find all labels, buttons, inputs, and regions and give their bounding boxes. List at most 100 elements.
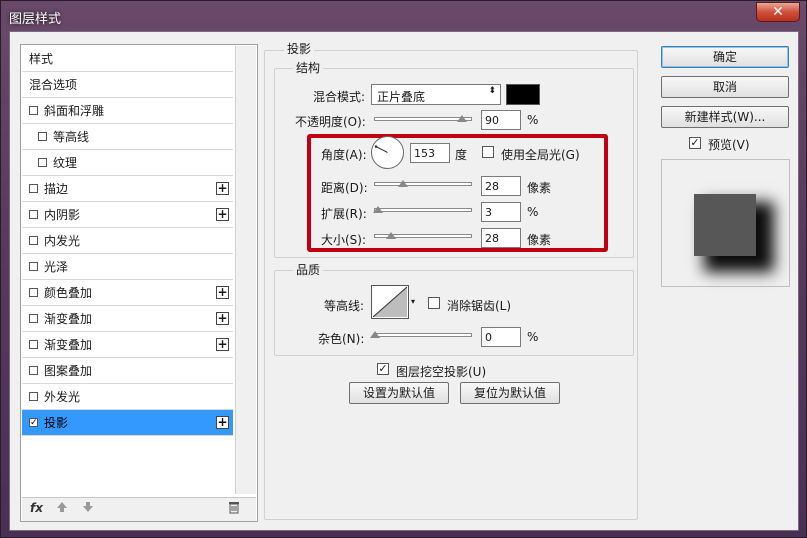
opacity-input[interactable]: 90 [481,110,521,130]
distance-input[interactable]: 28 [481,176,521,196]
preview-label: 预览(V) [708,138,750,152]
noise-slider-thumb[interactable] [370,331,380,338]
set-default-button[interactable]: 设置为默认值 [349,382,449,404]
window-title: 图层样式 [9,12,62,27]
spread-slider-thumb[interactable] [373,206,383,213]
style-list-item[interactable]: 内发光 [22,228,233,254]
style-list-item-label: 纹理 [53,156,78,170]
contour-dropdown-icon[interactable]: ▾ [411,297,415,306]
style-checkbox[interactable] [29,236,38,245]
antialias-checkbox[interactable] [428,297,440,309]
style-checkbox[interactable] [29,366,38,375]
style-list-scrollbar[interactable] [235,46,256,494]
style-list-item[interactable]: 光泽 [22,254,233,280]
new-style-button[interactable]: 新建样式(W)... [661,106,789,128]
angle-input[interactable]: 153 [410,143,450,163]
style-preview [661,159,790,287]
angle-unit: 度 [455,148,468,162]
contour-picker[interactable] [371,285,409,319]
noise-input[interactable]: 0 [481,327,521,347]
angle-dial[interactable] [371,136,404,169]
antialias-label: 消除锯齿(L) [447,299,512,313]
shadow-color-swatch[interactable] [506,84,540,105]
angle-label: 角度(A): [321,148,367,162]
style-list-item[interactable]: 内阴影 + [22,202,233,228]
style-list-item-label: 样式 [29,52,54,66]
style-list-item[interactable]: 描边 + [22,176,233,202]
style-list-item-label: 等高线 [53,130,90,144]
preview-checkbox[interactable]: ✓ [689,137,701,149]
noise-unit: % [527,330,539,344]
add-effect-icon[interactable]: + [216,312,229,325]
knockout-checkbox[interactable]: ✓ [377,363,389,375]
noise-label: 杂色(N): [318,332,365,346]
style-list-item-label: 混合选项 [29,78,78,92]
style-checkbox[interactable] [29,392,38,401]
size-unit: 像素 [527,233,552,247]
opacity-slider-thumb[interactable] [457,115,467,122]
style-list-item-label: 图案叠加 [44,364,93,378]
blend-mode-select[interactable]: 正片叠底 ⬍ [371,84,501,105]
spread-slider[interactable] [374,208,472,212]
style-list-item[interactable]: 斜面和浮雕 [22,98,233,124]
style-list-item[interactable]: ✓ 投影 + [22,410,233,436]
quality-title: 品质 [293,261,324,278]
add-effect-icon[interactable]: + [216,338,229,351]
style-list-item[interactable]: 图案叠加 [22,358,233,384]
preview-swatch [694,194,756,256]
style-list-item-label: 描边 [44,182,69,196]
style-checkbox[interactable] [29,210,38,219]
global-light-label: 使用全局光(G) [501,148,580,162]
move-down-icon[interactable] [82,501,94,516]
distance-slider[interactable] [374,182,472,186]
style-checkbox[interactable] [38,158,47,167]
reset-default-button[interactable]: 复位为默认值 [460,382,560,404]
dialog-client: 样式 混合选项 斜面和浮雕 等高线 纹理 描边 + 内阴影 + 内发光 光泽 颜色叠加 + 渐变叠加 + 渐变… [9,31,799,531]
size-label: 大小(S): [321,233,367,247]
spread-input[interactable]: 3 [481,202,521,222]
size-slider-thumb[interactable] [386,232,396,239]
layer-style-dialog: 图层样式 ✕ 样式 混合选项 斜面和浮雕 等高线 纹理 描边 + 内阴影 + 内发光 光泽 颜色叠加 +… [0,0,807,538]
style-checkbox[interactable] [29,314,38,323]
style-list-item[interactable]: 样式 [22,46,233,72]
global-light-checkbox[interactable] [482,146,494,158]
style-list-item-label: 外发光 [44,390,81,404]
add-effect-icon[interactable]: + [216,208,229,221]
style-list-item[interactable]: 颜色叠加 + [22,280,233,306]
title-bar[interactable]: 图层样式 ✕ [1,1,806,33]
style-list-item-label: 内发光 [44,234,81,248]
style-list-item-label: 渐变叠加 [44,338,93,352]
style-list-item[interactable]: 渐变叠加 + [22,332,233,358]
distance-unit: 像素 [527,181,552,195]
spread-unit: % [527,205,539,219]
ok-button[interactable]: 确定 [661,46,789,68]
style-list-item[interactable]: 纹理 [22,150,233,176]
style-list-item[interactable]: 外发光 [22,384,233,410]
style-list-item[interactable]: 渐变叠加 + [22,306,233,332]
close-button[interactable]: ✕ [756,2,800,22]
add-effect-icon[interactable]: + [216,416,229,429]
fx-icon[interactable]: fx [30,501,43,515]
add-effect-icon[interactable]: + [216,286,229,299]
style-checkbox[interactable] [29,184,38,193]
move-up-icon[interactable] [56,501,68,516]
structure-title: 结构 [293,59,324,76]
style-checkbox[interactable] [29,288,38,297]
style-checkbox[interactable] [29,340,38,349]
style-checkbox[interactable]: ✓ [29,418,38,428]
style-list-item[interactable]: 等高线 [22,124,233,150]
style-list-item[interactable]: 混合选项 [22,72,233,98]
blend-mode-label: 混合模式: [313,90,366,104]
style-list-footer: fx [22,497,256,521]
add-effect-icon[interactable]: + [216,182,229,195]
style-checkbox[interactable] [29,106,38,115]
noise-slider[interactable] [374,333,472,337]
distance-slider-thumb[interactable] [398,180,408,187]
style-checkbox[interactable] [29,262,38,271]
style-checkbox[interactable] [38,132,47,141]
trash-icon[interactable] [228,501,240,517]
cancel-button[interactable]: 取消 [661,76,789,98]
size-input[interactable]: 28 [481,228,521,248]
knockout-label: 图层挖空投影(U) [396,365,487,379]
style-list-panel: 样式 混合选项 斜面和浮雕 等高线 纹理 描边 + 内阴影 + 内发光 光泽 颜色叠加 + 渐变叠加 + 渐变… [20,44,258,522]
